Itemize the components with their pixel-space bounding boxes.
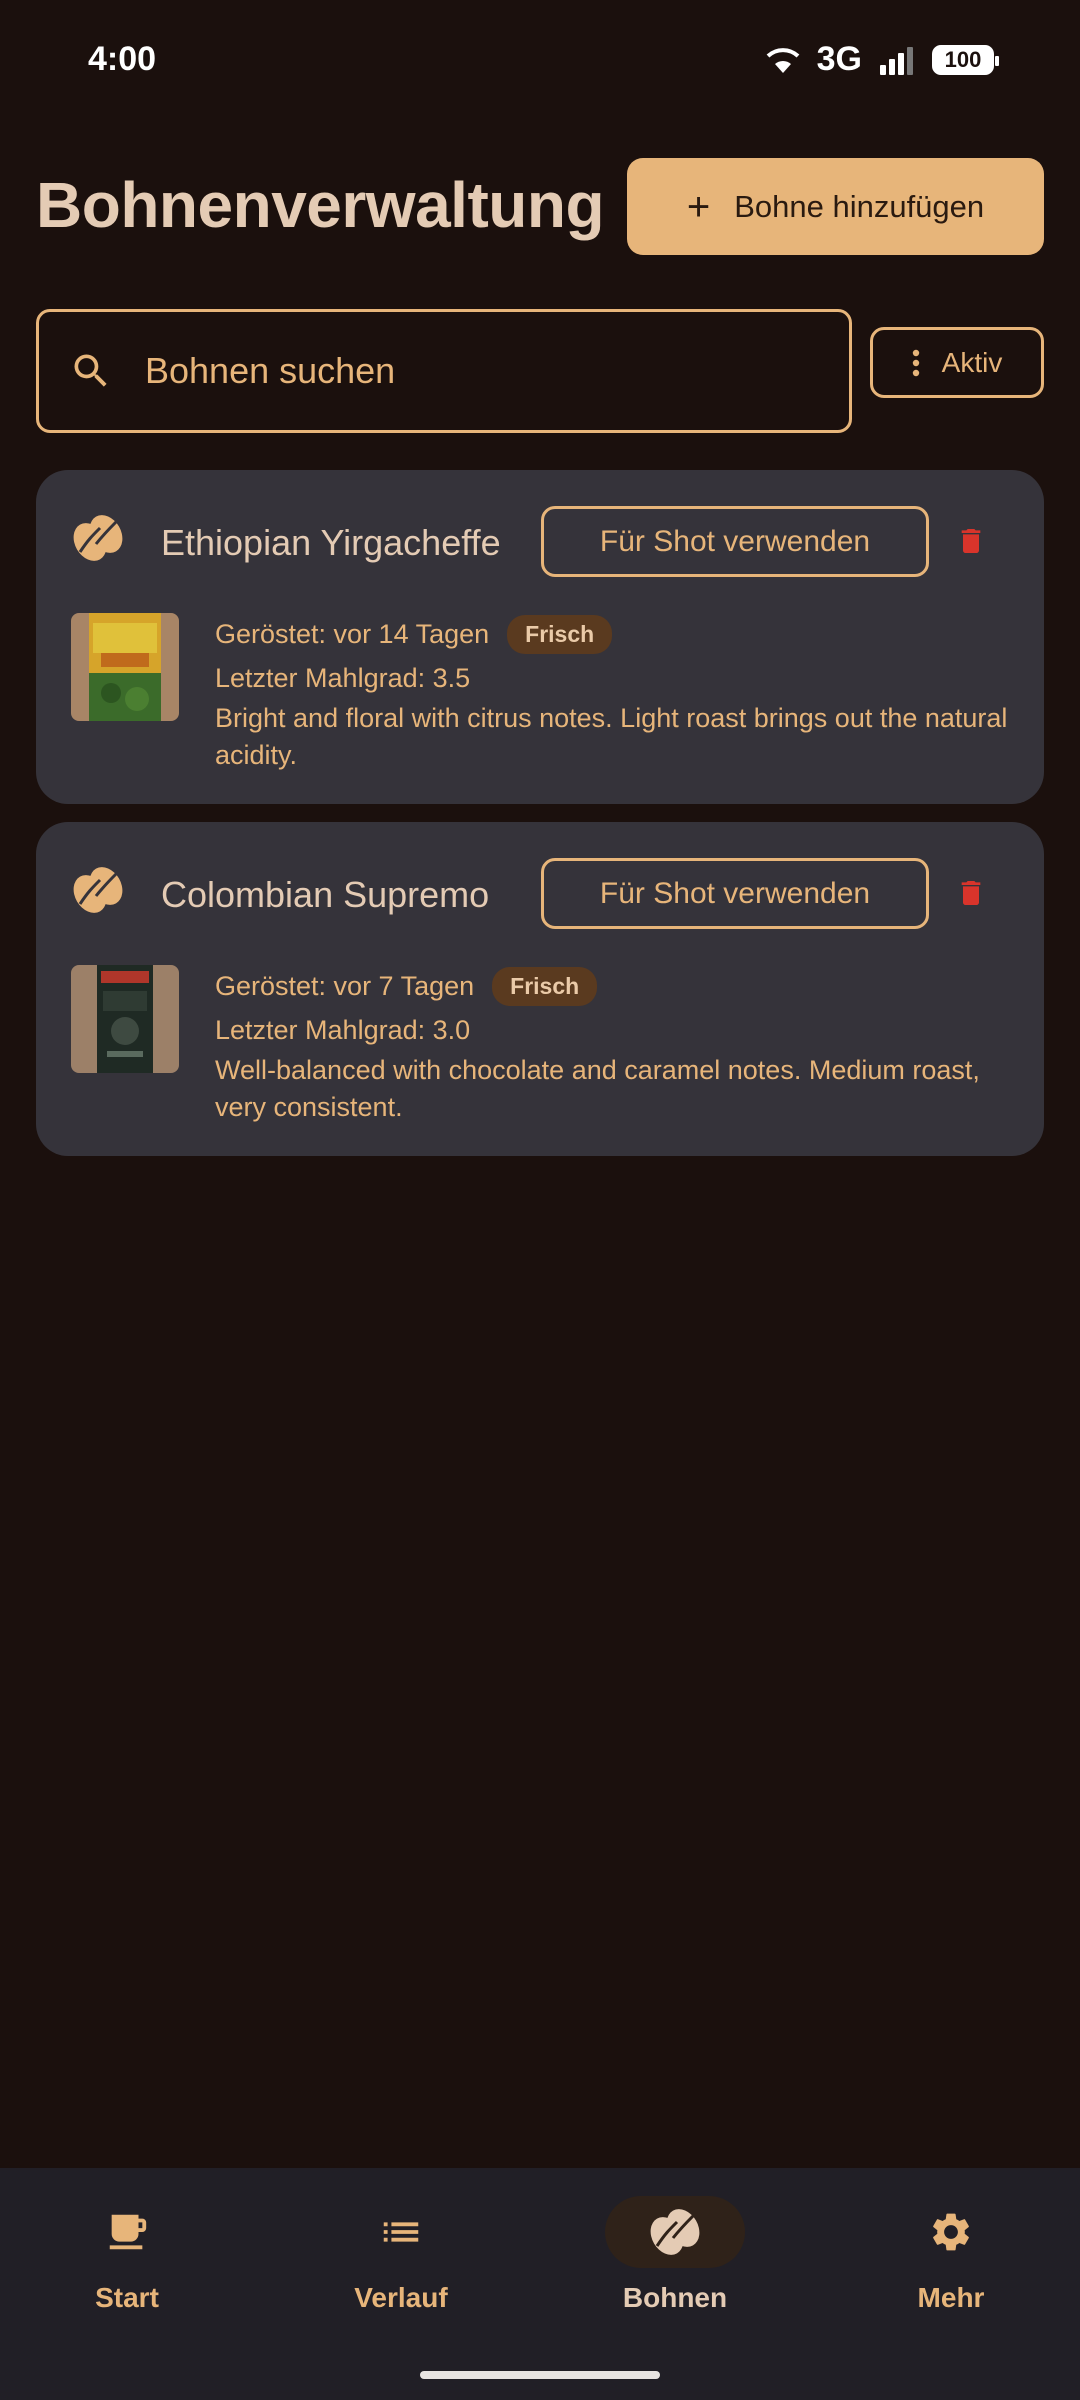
network-type: 3G [816, 40, 862, 78]
bean-card[interactable]: Colombian Supremo Für Shot verwenden Ger… [36, 822, 1044, 1156]
nav-icon-container [57, 2196, 197, 2268]
status-badge: Frisch [507, 614, 613, 654]
home-indicator[interactable] [420, 2371, 660, 2379]
nav-item-history[interactable]: Verlauf [301, 2196, 501, 2314]
add-bean-button[interactable]: + Bohne hinzufügen [627, 158, 1044, 255]
status-time: 4:00 [88, 40, 157, 78]
status-badge: Frisch [492, 966, 598, 1006]
search-box[interactable] [36, 309, 852, 433]
search-icon [74, 354, 107, 387]
tasting-notes: Well-balanced with chocolate and caramel… [215, 1055, 980, 1122]
add-bean-label: Bohne hinzufügen [734, 188, 985, 224]
nav-item-start[interactable]: Start [27, 2196, 227, 2314]
bean-photo [71, 965, 179, 1073]
battery-level: 100 [944, 46, 982, 72]
bean-details: Geröstet: vor 7 Tagen Frisch Letzter Mah… [215, 966, 1015, 1126]
status-icons: 3G 100 [765, 40, 999, 79]
use-for-shot-label: Für Shot verwenden [599, 876, 871, 910]
nav-item-beans[interactable]: Bohnen [575, 2196, 775, 2314]
coffee-bean-icon [73, 867, 123, 913]
nav-icon-container [331, 2196, 471, 2268]
filter-label: Aktiv [941, 346, 1003, 378]
bean-details: Geröstet: vor 14 Tagen Frisch Letzter Ma… [215, 614, 1015, 774]
nav-label: Bohnen [622, 2282, 728, 2313]
use-for-shot-button[interactable]: Für Shot verwenden [541, 858, 929, 929]
more-vert-icon [912, 349, 919, 376]
bean-name: Ethiopian Yirgacheffe [161, 522, 501, 563]
nav-item-more[interactable]: Mehr [851, 2196, 1051, 2314]
list-icon [383, 2222, 419, 2242]
bottom-navigation: Start Verlauf Bohnen Mehr [0, 2168, 1080, 2400]
delete-icon[interactable] [955, 876, 987, 910]
roast-line: Geröstet: vor 7 Tagen Frisch [215, 966, 1015, 1006]
bean-name: Colombian Supremo [161, 874, 490, 915]
wifi-icon [766, 47, 800, 73]
plus-icon: + [686, 184, 711, 229]
bean-card[interactable]: Ethiopian Yirgacheffe Für Shot verwenden… [36, 470, 1044, 804]
coffee-bean-icon [73, 515, 123, 561]
page-title: Bohnenverwaltung [36, 169, 605, 241]
screen: 4:00 3G 100 Bohnenverwaltung + Bohne hin… [0, 0, 1080, 2400]
use-for-shot-label: Für Shot verwenden [599, 524, 871, 558]
last-grind: Letzter Mahlgrad: 3.0 [215, 1015, 471, 1045]
nav-label: Start [95, 2282, 159, 2313]
roast-date: Geröstet: vor 7 Tagen [215, 970, 475, 1001]
signal-icon [880, 46, 913, 75]
status-bar: 4:00 3G 100 [0, 0, 1080, 120]
coffee-cup-icon [109, 2214, 147, 2250]
nav-icon-container [605, 2196, 745, 2268]
use-for-shot-button[interactable]: Für Shot verwenden [541, 506, 929, 577]
nav-label: Verlauf [354, 2282, 448, 2313]
battery-icon: 100 [932, 44, 999, 75]
nav-icon-container [881, 2196, 1021, 2268]
delete-icon[interactable] [955, 524, 987, 558]
tasting-notes: Bright and floral with citrus notes. Lig… [215, 703, 1008, 770]
coffee-bean-icon [650, 2209, 700, 2255]
roast-line: Geröstet: vor 14 Tagen Frisch [215, 614, 1015, 654]
search-input[interactable] [145, 350, 785, 392]
filter-active-button[interactable]: Aktiv [870, 327, 1044, 398]
last-grind: Letzter Mahlgrad: 3.5 [215, 663, 471, 693]
nav-label: Mehr [917, 2282, 985, 2313]
bean-photo [71, 613, 179, 721]
roast-date: Geröstet: vor 14 Tagen [215, 618, 490, 649]
gear-icon [933, 2213, 969, 2251]
